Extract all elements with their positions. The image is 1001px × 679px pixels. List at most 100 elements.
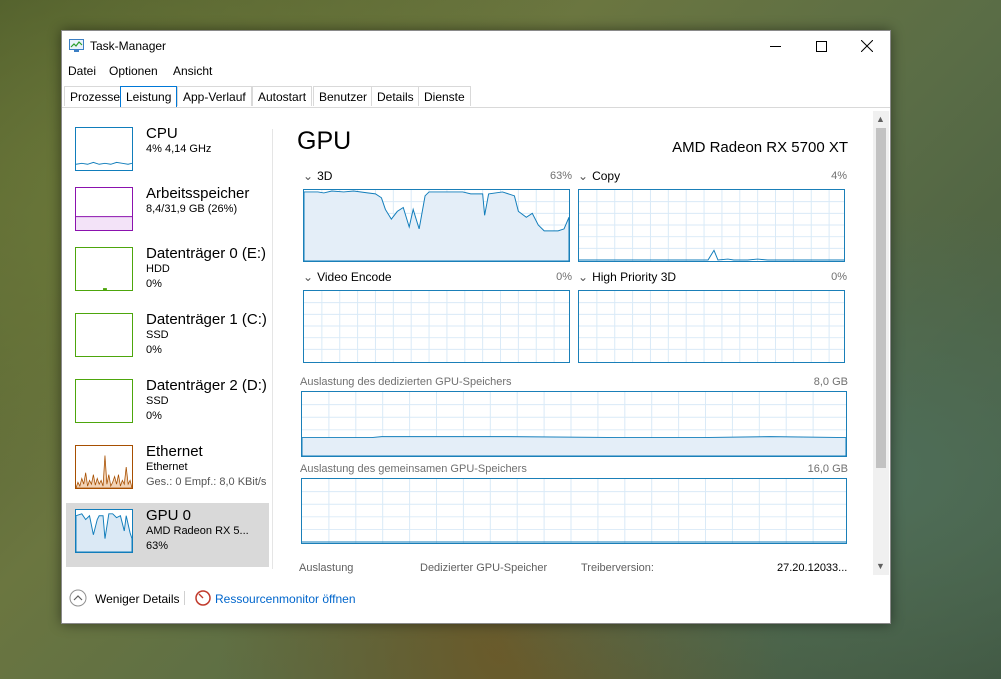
tab-app-verlauf[interactable]: App-Verlauf xyxy=(177,86,252,106)
tab-benutzer[interactable]: Benutzer xyxy=(313,86,374,106)
sidebar-title: Datenträger 2 (D:) xyxy=(146,377,267,394)
gpu-model-name: AMD Radeon RX 5700 XT xyxy=(672,139,848,156)
engine-label: 3D xyxy=(317,169,333,183)
disk-thumbnail xyxy=(75,379,133,423)
minimize-icon xyxy=(769,45,781,47)
menu-ansicht[interactable]: Ansicht xyxy=(173,64,212,78)
dedicated-memory-label: Auslastung des dedizierten GPU-Speichers xyxy=(300,376,512,388)
sidebar-item-disk-2[interactable]: Datenträger 2 (D:) SSD 0% xyxy=(66,373,269,437)
sidebar-item-memory[interactable]: Arbeitsspeicher 8,4/31,9 GB (26%) xyxy=(66,181,269,245)
sidebar-item-gpu-0[interactable]: GPU 0 AMD Radeon RX 5... 63% xyxy=(66,503,269,567)
chevron-down-icon: ⌄ xyxy=(578,270,589,284)
sidebar-divider xyxy=(272,129,273,569)
engine-selector-high-priority-3d[interactable]: ⌄ High Priority 3D xyxy=(578,270,676,284)
close-icon xyxy=(861,40,873,52)
sidebar-title: CPU xyxy=(146,125,178,142)
sidebar-sub: 4% 4,14 GHz xyxy=(146,143,212,155)
usage-label: Auslastung xyxy=(299,562,354,574)
sidebar-sub: 63% xyxy=(146,540,169,552)
sidebar-sub: HDD xyxy=(146,263,170,275)
sidebar-item-disk-0[interactable]: Datenträger 0 (E:) HDD 0% xyxy=(66,241,269,305)
driver-version-value: 27.20.12033... xyxy=(777,562,848,574)
scroll-up-icon[interactable]: ▲ xyxy=(876,114,885,124)
fewer-details-button[interactable]: Weniger Details xyxy=(95,592,179,606)
disk-thumbnail xyxy=(75,313,133,357)
main-scrollbar[interactable]: ▲ ▼ xyxy=(873,111,889,575)
task-manager-icon xyxy=(69,39,84,52)
footer-divider xyxy=(184,591,185,605)
sidebar-title: Datenträger 0 (E:) xyxy=(146,245,267,262)
dedicated-memory-max: 8,0 GB xyxy=(813,376,848,388)
tab-leistung[interactable]: Leistung xyxy=(120,86,178,107)
shared-memory-label: Auslastung des gemeinsamen GPU-Speichers xyxy=(300,463,527,475)
chevron-up-circle-icon[interactable] xyxy=(69,589,87,607)
engine-percent: 4% xyxy=(831,170,847,182)
engine-chart-video-encode xyxy=(303,290,570,363)
window-title: Task-Manager xyxy=(90,39,167,53)
dedicated-memory-chart xyxy=(301,391,847,457)
sidebar-sub: 0% xyxy=(146,278,162,290)
sidebar-item-disk-1[interactable]: Datenträger 1 (C:) SSD 0% xyxy=(66,307,269,371)
sidebar-sub: 0% xyxy=(146,344,162,356)
engine-selector-video-encode[interactable]: ⌄ Video Encode xyxy=(303,270,392,284)
sidebar-sub: 8,4/31,9 GB (26%) xyxy=(146,203,238,215)
shared-memory-chart xyxy=(301,478,847,544)
sidebar-sub: SSD xyxy=(146,395,169,407)
tab-details[interactable]: Details xyxy=(371,86,420,106)
scroll-down-icon[interactable]: ▼ xyxy=(876,561,885,571)
title-bar[interactable]: Task-Manager xyxy=(62,31,890,61)
tab-autostart[interactable]: Autostart xyxy=(252,86,313,106)
sidebar-title: GPU 0 xyxy=(146,507,192,524)
ethernet-thumbnail xyxy=(75,445,133,489)
sidebar-sub: SSD xyxy=(146,329,169,341)
driver-version-label: Treiberversion: xyxy=(581,562,654,574)
sidebar-title: Arbeitsspeicher xyxy=(146,185,250,202)
gpu-thumbnail xyxy=(75,509,133,553)
engine-percent: 0% xyxy=(831,271,847,283)
chevron-down-icon: ⌄ xyxy=(578,169,589,183)
engine-chart-copy xyxy=(578,189,845,262)
sidebar-title: Datenträger 1 (C:) xyxy=(146,311,267,328)
disk-thumbnail xyxy=(75,247,133,291)
sidebar-title: Ethernet xyxy=(146,443,203,460)
sidebar-sub: Ges.: 0 Empf.: 8,0 KBit/s xyxy=(146,476,267,488)
maximize-icon xyxy=(815,40,827,52)
gpu-panel: GPU AMD Radeon RX 5700 XT ⌄ 3D 63% ⌄ Copy … xyxy=(292,121,852,574)
chevron-down-icon: ⌄ xyxy=(303,270,314,284)
tab-dienste[interactable]: Dienste xyxy=(418,86,471,106)
menu-datei[interactable]: Datei xyxy=(68,64,96,78)
tab-prozesse[interactable]: Prozesse xyxy=(64,86,127,106)
maximize-button[interactable] xyxy=(798,31,844,61)
scroll-thumb[interactable] xyxy=(876,128,886,468)
engine-chart-high-priority-3d xyxy=(578,290,845,363)
resource-monitor-link[interactable]: Ressourcenmonitor öffnen xyxy=(215,592,356,606)
task-manager-window: Task-Manager Datei Optionen Ansicht Proz… xyxy=(61,30,891,624)
cpu-thumbnail xyxy=(75,127,133,171)
engine-selector-3d[interactable]: ⌄ 3D xyxy=(303,169,332,183)
engine-label: High Priority 3D xyxy=(592,270,677,284)
page-title: GPU xyxy=(297,127,352,155)
footer-bar: Weniger Details Ressourcenmonitor öffnen xyxy=(62,584,890,614)
engine-percent: 0% xyxy=(556,271,572,283)
resource-monitor-icon xyxy=(195,590,211,606)
engine-chart-3d xyxy=(303,189,570,262)
menu-bar: Datei Optionen Ansicht xyxy=(62,62,890,80)
chevron-down-icon: ⌄ xyxy=(303,169,314,183)
performance-sidebar: CPU 4% 4,14 GHz Arbeitsspeicher 8,4/31,9… xyxy=(62,121,274,573)
engine-percent: 63% xyxy=(549,170,572,182)
engine-label: Copy xyxy=(592,169,621,183)
minimize-button[interactable] xyxy=(752,31,798,61)
sidebar-item-cpu[interactable]: CPU 4% 4,14 GHz xyxy=(66,121,269,185)
dedicated-memory-stat-label: Dedizierter GPU-Speicher xyxy=(420,562,548,574)
memory-thumbnail xyxy=(75,187,133,231)
close-button[interactable] xyxy=(844,31,890,61)
tab-bar: Prozesse Leistung App-Verlauf Autostart … xyxy=(62,85,890,108)
sidebar-sub: 0% xyxy=(146,410,162,422)
engine-label: Video Encode xyxy=(317,270,392,284)
menu-optionen[interactable]: Optionen xyxy=(109,64,158,78)
shared-memory-max: 16,0 GB xyxy=(807,463,848,475)
sidebar-item-ethernet[interactable]: Ethernet Ethernet Ges.: 0 Empf.: 8,0 KBi… xyxy=(66,439,269,503)
engine-selector-copy[interactable]: ⌄ Copy xyxy=(578,169,620,183)
sidebar-sub: Ethernet xyxy=(146,461,188,473)
sidebar-sub: AMD Radeon RX 5... xyxy=(146,525,249,537)
